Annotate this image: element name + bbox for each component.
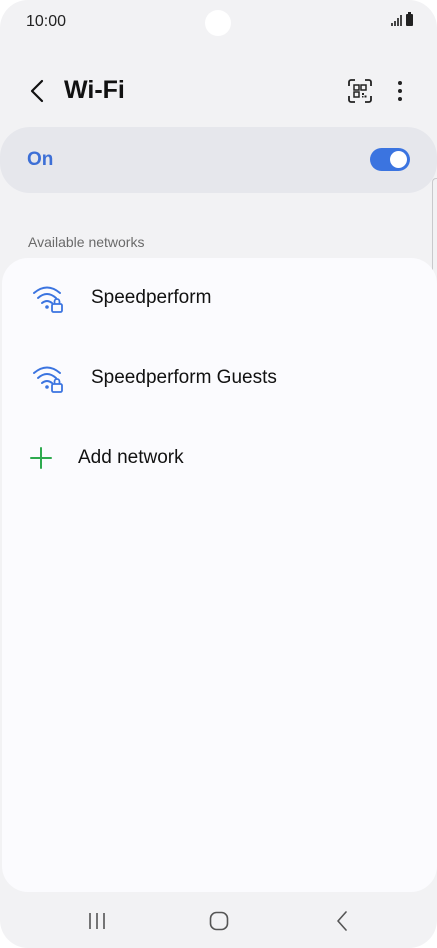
app-header: Wi-Fi — [0, 66, 437, 116]
wifi-secured-icon — [33, 286, 63, 313]
add-network-label: Add network — [78, 447, 184, 468]
nav-back-button[interactable] — [322, 906, 362, 936]
status-time: 10:00 — [26, 13, 67, 30]
add-network-button[interactable]: Add network — [2, 420, 437, 496]
signal-icon — [391, 14, 402, 26]
camera-cutout — [205, 10, 231, 36]
wifi-secured-icon — [33, 366, 63, 393]
more-vertical-icon — [398, 81, 402, 101]
phone-screen: 10:00 Wi-Fi On Available networks Speedp… — [0, 0, 437, 948]
more-options-button[interactable] — [386, 75, 414, 107]
navigation-bar — [0, 892, 437, 948]
qr-scan-button[interactable] — [344, 75, 376, 107]
home-button[interactable] — [199, 906, 239, 936]
home-icon — [209, 911, 229, 931]
available-networks-header: Available networks — [28, 234, 145, 250]
status-icons — [391, 12, 413, 26]
network-name: Speedperform — [91, 287, 212, 308]
wifi-toggle[interactable] — [370, 148, 410, 171]
battery-icon — [406, 12, 413, 26]
networks-list: Speedperform Speedperform Guests Add net… — [2, 258, 437, 892]
recents-icon — [89, 913, 105, 929]
network-item-speedperform-guests[interactable]: Speedperform Guests — [2, 340, 437, 416]
back-icon — [337, 911, 347, 931]
master-switch-label: On — [27, 149, 54, 170]
qr-code-scan-icon — [348, 79, 372, 103]
back-button[interactable] — [22, 74, 52, 108]
network-item-speedperform[interactable]: Speedperform — [2, 260, 437, 336]
wifi-master-switch-row[interactable]: On — [0, 127, 437, 193]
chevron-left-icon — [30, 79, 44, 103]
status-bar: 10:00 — [0, 0, 437, 46]
toggle-knob — [390, 151, 407, 168]
page-title: Wi-Fi — [64, 76, 125, 104]
recents-button[interactable] — [77, 906, 117, 936]
network-name: Speedperform Guests — [91, 367, 277, 388]
plus-icon — [30, 447, 52, 469]
